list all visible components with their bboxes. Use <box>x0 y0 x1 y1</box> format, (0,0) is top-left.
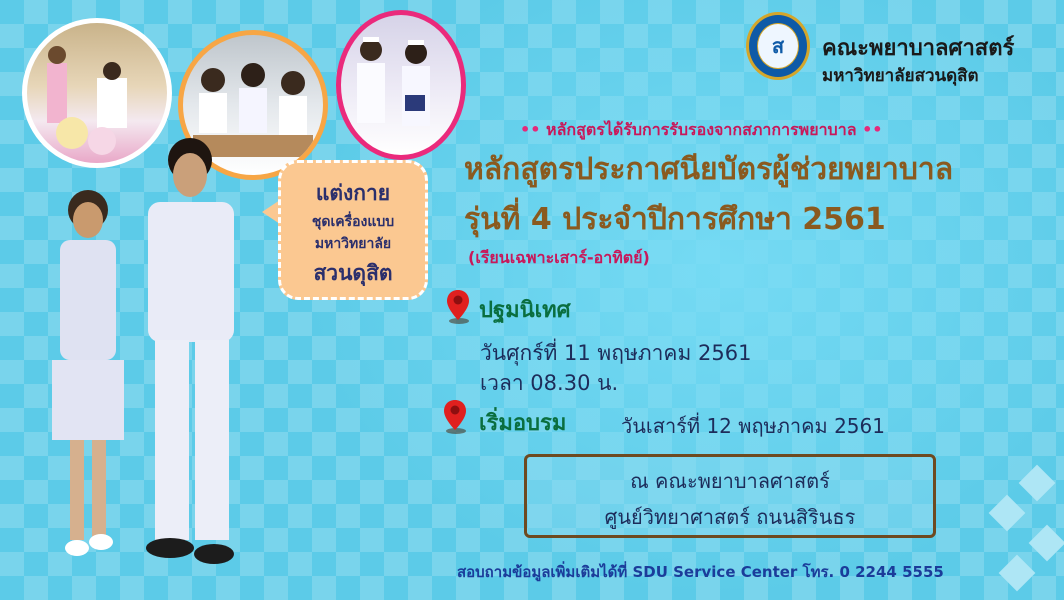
training-start-title: เริ่มอบรม <box>479 411 567 436</box>
orientation-time: เวลา 08.30 น. <box>480 371 619 395</box>
decorative-diamonds <box>974 460 1064 600</box>
dress-code-line3: มหาวิทยาลัย <box>314 236 392 252</box>
dots-icon: •• <box>862 120 883 139</box>
venue-line2: ศูนย์วิทยาศาสตร์ ถนนสิรินธร <box>604 505 856 529</box>
schedule-note: (เรียนเฉพาะเสาร์-อาทิตย์) <box>468 248 650 267</box>
contact-info: สอบถามข้อมูลเพิ่มเติมได้ที่ SDU Service … <box>457 563 944 581</box>
training-start-date: วันเสาร์ที่ 12 พฤษภาคม 2561 <box>621 414 885 438</box>
orientation-title: ปฐมนิเทศ <box>479 298 571 323</box>
dress-code-line1: แต่งกาย <box>315 181 391 205</box>
university-name: มหาวิทยาลัยสวนดุสิต <box>822 66 979 86</box>
location-pin-icon <box>444 400 466 434</box>
venue-box: ณ คณะพยาบาลศาสตร์ ศูนย์วิทยาศาสตร์ ถนนสิ… <box>524 454 936 538</box>
faculty-name: คณะพยาบาลศาสตร์ <box>822 36 1015 61</box>
program-cohort: รุ่นที่ 4 ประจำปีการศึกษา 2561 <box>464 202 886 237</box>
dots-icon: •• <box>520 120 541 139</box>
location-pin-icon <box>447 290 469 324</box>
university-logo: ส <box>746 12 810 80</box>
photo-nurse-capping <box>336 10 466 160</box>
dress-code-bubble: แต่งกาย ชุดเครื่องแบบ มหาวิทยาลัย สวนดุส… <box>278 160 428 300</box>
accreditation-text: หลักสูตรได้รับการรับรองจากสภาการพยาบาล <box>546 120 857 139</box>
dress-code-line4: สวนดุสิต <box>313 261 393 285</box>
orientation-date: วันศุกร์ที่ 11 พฤษภาคม 2561 <box>480 341 752 365</box>
venue-line1: ณ คณะพยาบาลศาสตร์ <box>630 469 830 493</box>
program-title: หลักสูตรประกาศนียบัตรผู้ช่วยพยาบาล <box>464 152 954 187</box>
nurse-students-illustration <box>52 138 234 564</box>
dress-code-line2: ชุดเครื่องแบบ <box>311 214 395 230</box>
accreditation-note: •• หลักสูตรได้รับการรับรองจากสภาการพยาบา… <box>520 118 883 143</box>
